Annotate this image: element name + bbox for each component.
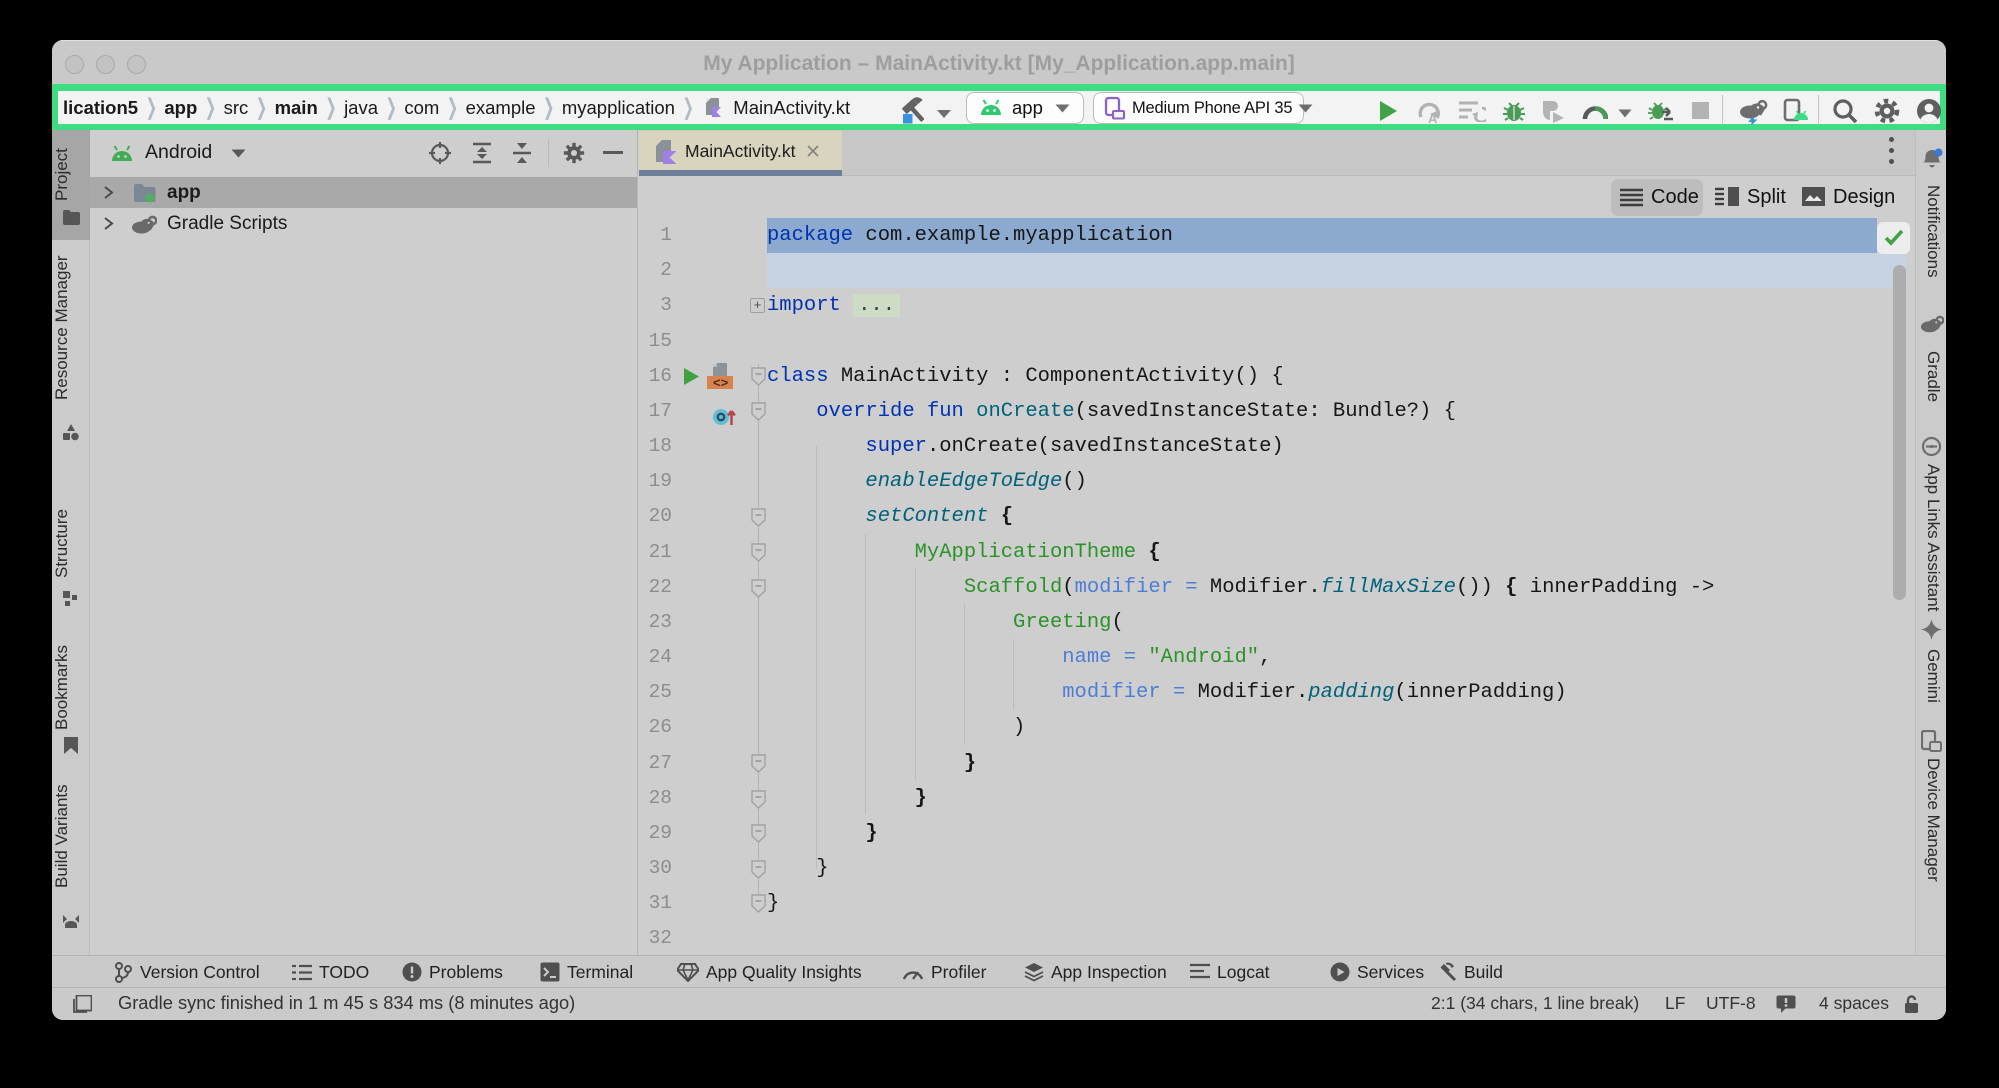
svg-text:A: A [1428, 111, 1438, 124]
svg-text:<>: <> [713, 375, 729, 390]
